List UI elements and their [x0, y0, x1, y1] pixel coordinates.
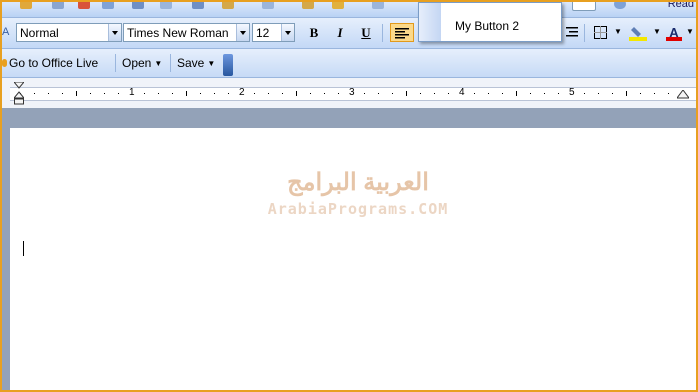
indent-marker-icon[interactable] [14, 82, 24, 106]
chevron-down-icon[interactable]: ▼ [614, 27, 622, 36]
size-combo[interactable]: 12 [252, 23, 295, 42]
help-icon[interactable] [614, 2, 626, 9]
ruler-number: 5 [569, 87, 575, 98]
read-button[interactable]: Read [668, 2, 694, 10]
font-value: Times New Roman [127, 26, 229, 40]
standard-toolbar: Read [2, 2, 696, 18]
save-label: Save [177, 56, 205, 70]
format-painter-icon[interactable] [262, 2, 274, 9]
ruler-number: 2 [239, 87, 245, 98]
style-combo[interactable]: Normal [16, 23, 122, 42]
word-window: Read A Normal Times New Roman 12 B I U ▼… [0, 0, 698, 392]
save-button[interactable]: Save ▼ [177, 55, 215, 71]
research-icon[interactable] [192, 2, 204, 9]
right-indent-marker-icon[interactable] [677, 90, 689, 100]
zoom-box[interactable] [572, 2, 596, 11]
save-icon[interactable] [52, 2, 64, 9]
borders-icon [593, 26, 607, 39]
formatting-toolbar: A Normal Times New Roman 12 B I U ▼ ▼ A … [2, 18, 696, 49]
align-left-button[interactable] [390, 23, 414, 42]
office-live-toolbar: Go to Office Live Open ▼ Save ▼ [2, 49, 696, 78]
hyperlink-icon[interactable] [372, 2, 384, 9]
page-gap-left [2, 108, 10, 390]
ruler-number: 1 [129, 87, 135, 98]
chevron-down-icon[interactable]: ▼ [653, 27, 661, 36]
paste-icon[interactable] [222, 2, 234, 9]
highlighter-icon [629, 27, 647, 41]
document-page[interactable]: العربية البرامج ArabiaPrograms.COM [10, 128, 694, 390]
ruler-area: 1 2 3 4 5 [2, 78, 696, 108]
undo-icon[interactable] [302, 2, 314, 9]
style-value: Normal [20, 26, 59, 40]
spelling-icon[interactable] [160, 2, 172, 9]
print-preview-icon[interactable] [132, 2, 144, 9]
ruler-number: 3 [349, 87, 355, 98]
italic-button[interactable]: I [330, 23, 350, 42]
styles-pane-icon[interactable]: A [2, 26, 9, 38]
font-color-swatch [666, 37, 682, 41]
text-cursor [23, 241, 24, 256]
menu-icon-strip [419, 3, 441, 41]
line-spacing-button[interactable] [562, 23, 582, 42]
redo-icon[interactable] [332, 2, 344, 9]
toolbar-separator [382, 24, 383, 42]
watermark-logo: العربية البرامج ArabiaPrograms.COM [248, 168, 468, 228]
align-left-icon [395, 28, 409, 39]
page-gap [2, 108, 696, 128]
line-spacing-icon [566, 27, 578, 37]
chevron-down-icon[interactable] [108, 24, 121, 41]
chevron-down-icon[interactable]: ▼ [686, 27, 694, 36]
toolbar-options-grip[interactable] [223, 54, 233, 76]
open-folder-icon[interactable] [20, 2, 32, 9]
go-to-office-live-label: Go to Office Live [9, 56, 99, 70]
chevron-down-icon: ▼ [154, 59, 163, 68]
open-button[interactable]: Open ▼ [122, 55, 162, 71]
toolbar-separator [115, 54, 116, 72]
open-label: Open [122, 56, 152, 70]
size-value: 12 [256, 26, 270, 40]
underline-button[interactable]: U [356, 23, 376, 42]
watermark-arabic: العربية البرامج [287, 169, 429, 196]
bold-button[interactable]: B [304, 23, 324, 42]
chevron-down-icon[interactable] [281, 24, 294, 41]
font-combo[interactable]: Times New Roman [123, 23, 250, 42]
toolbar-separator [584, 24, 585, 42]
highlight-button[interactable] [628, 23, 648, 42]
custom-menu-dropdown: My Button 2 [418, 2, 562, 42]
toolbar-separator [170, 54, 171, 72]
chevron-down-icon: ▼ [207, 59, 216, 68]
office-live-icon [2, 59, 7, 67]
watermark-latin: ArabiaPrograms.COM [267, 200, 449, 218]
borders-button[interactable] [590, 23, 610, 42]
permission-icon[interactable] [78, 2, 90, 9]
horizontal-ruler[interactable]: 1 2 3 4 5 [10, 87, 696, 101]
print-icon[interactable] [102, 2, 114, 9]
ruler-number: 4 [459, 87, 465, 98]
my-button-2-item[interactable]: My Button 2 [455, 19, 519, 33]
font-color-button[interactable]: A [664, 23, 684, 42]
chevron-down-icon[interactable] [236, 24, 249, 41]
go-to-office-live-button[interactable]: Go to Office Live [2, 55, 98, 71]
